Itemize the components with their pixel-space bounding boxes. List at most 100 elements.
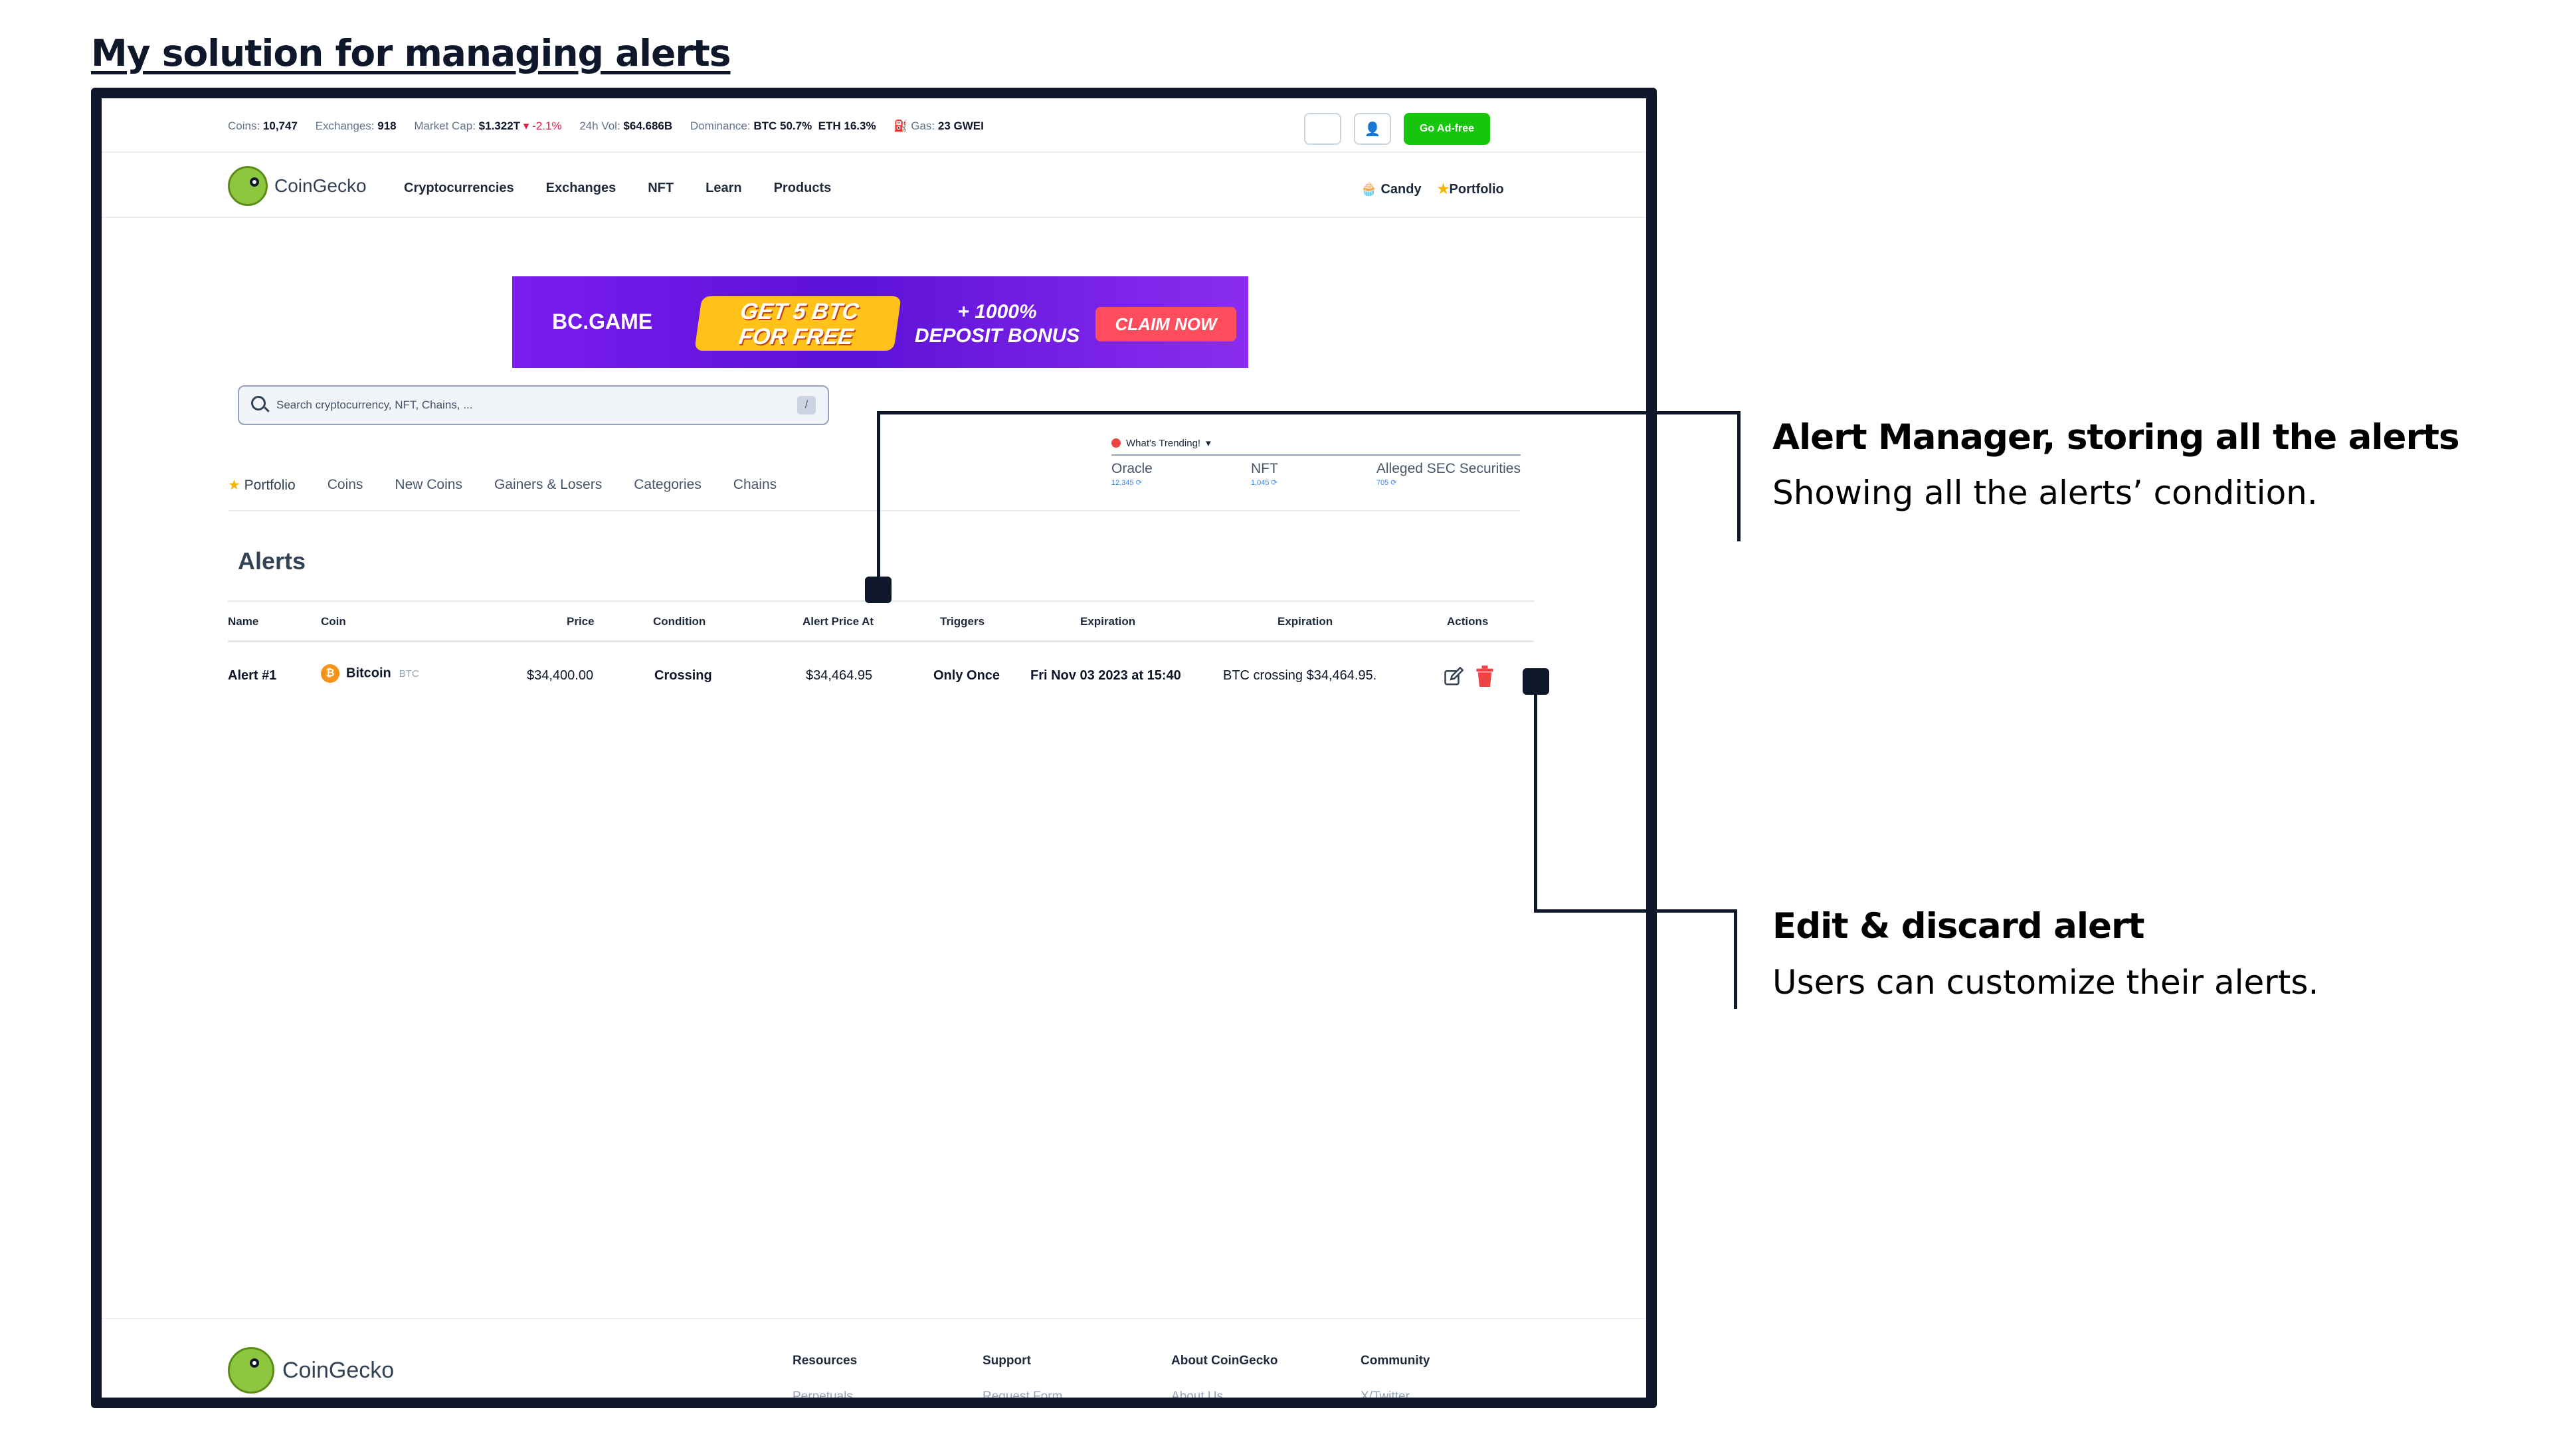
search-placeholder: Search cryptocurrency, NFT, Chains, ... [276,399,473,411]
trending-item-name: NFT [1250,461,1278,476]
chevron-down-icon: ▾ [1206,438,1211,449]
alert-description: BTC crossing $34,464.95. [1223,668,1377,683]
alerts-title: Alerts [238,547,306,575]
connector-line [877,412,880,579]
fire-icon [1111,438,1121,448]
col-coin: Coin [321,615,346,628]
ad-bonus-line2: DEPOSIT BONUS [914,325,1080,347]
ad-banner[interactable]: BC.GAME GET 5 BTC FOR FREE + 1000% DEPOSIT… [512,276,1248,368]
ad-claim-button[interactable]: CLAIM NOW [1095,307,1236,341]
trending-item-meta: 12,345 ⟳ [1111,479,1142,487]
footer-col-community: Community [1361,1354,1430,1368]
search-input[interactable]: Search cryptocurrency, NFT, Chains, ... … [238,385,829,425]
alert-price-at: $34,464.95 [806,668,873,683]
sub-nav: ★ Portfolio Coins New Coins Gainers & Lo… [228,477,777,494]
market-stats: Coins: 10,747 Exchanges: 918 Market Cap:… [228,120,998,133]
alert-name: Alert #1 [228,668,277,683]
annotation-edit-discard-text: Users can customize their alerts. [1772,963,2319,1002]
footer-logo[interactable]: CoinGecko [228,1347,394,1394]
vol-label: 24h Vol: [579,120,620,132]
coins-count[interactable]: 10,747 [263,120,298,132]
trending-header[interactable]: What's Trending! ▾ [1111,437,1521,456]
search-shortcut: / [797,396,816,414]
footer-link[interactable]: X/Twitter [1361,1390,1410,1398]
logo-text: CoinGecko [274,175,367,196]
dominance-label: Dominance: [690,120,751,132]
mcap-change: ▾ -2.1% [523,120,562,132]
annotation-alert-manager-text: Showing all the alerts’ condition. [1772,474,2318,512]
subnav-new-coins[interactable]: New Coins [395,477,462,494]
trending-item-meta: 1,045 ⟳ [1250,479,1277,487]
dominance-eth: ETH 16.3% [818,120,876,132]
alert-coin-symbol: BTC [399,668,419,680]
connector-line [1534,693,1537,913]
trending-item-name: Oracle [1111,461,1153,476]
gas-value[interactable]: 23 GWEI [938,120,984,132]
nav-candy[interactable]: 🧁 Candy [1361,181,1422,197]
candy-label: Candy [1380,182,1422,197]
annotation-marker [1523,668,1549,695]
nav-products[interactable]: Products [774,181,832,196]
star-icon: ★ [228,478,240,493]
go-ad-free-button[interactable]: Go Ad-free [1404,113,1490,145]
subnav-coins[interactable]: Coins [328,477,363,494]
coingecko-logo[interactable]: CoinGecko [228,166,367,206]
vol-value: $64.686B [623,120,673,132]
subnav-chains[interactable]: Chains [733,477,777,494]
search-icon [251,396,266,410]
footer-link[interactable]: Request Form [983,1390,1062,1398]
footer-link[interactable]: Perpetuals [793,1390,853,1398]
ad-bonus: + 1000% DEPOSIT BONUS [904,300,1090,348]
gas-icon: ⛽ [894,120,908,132]
connector-line [1737,411,1741,541]
gas-label: Gas: [911,120,935,132]
ad-brand: BC.GAME [552,310,653,333]
nav-cryptocurrencies[interactable]: Cryptocurrencies [404,181,514,196]
page-heading: My solution for managing alerts [91,32,731,74]
alert-triggers: Only Once [933,668,1000,683]
settings-button[interactable] [1304,113,1341,145]
trending-panel: What's Trending! ▾ Oracle 12,345 ⟳ NFT 1,0… [1111,437,1521,487]
footer-col-resources: Resources [793,1354,858,1368]
connector-line [1534,909,1737,913]
ad-offer: GET 5 BTC FOR FREE [694,296,901,351]
dominance-btc: BTC 50.7% [753,120,812,132]
exchanges-count[interactable]: 918 [377,120,396,132]
nav-nft[interactable]: NFT [648,181,674,196]
edit-icon[interactable] [1444,667,1464,687]
star-icon: ★ [1437,182,1450,197]
col-expiration-2: Expiration [1277,615,1333,628]
exchanges-label: Exchanges: [315,120,375,132]
nav-exchanges[interactable]: Exchanges [546,181,616,196]
mcap-label: Market Cap: [414,120,476,132]
portfolio-label: Portfolio [1449,182,1504,197]
trending-item[interactable]: Oracle 12,345 ⟳ [1111,461,1153,487]
subnav-gainers-losers[interactable]: Gainers & Losers [494,477,602,494]
mcap-value[interactable]: $1.322T [479,120,520,132]
trending-item[interactable]: NFT 1,045 ⟳ [1251,461,1278,487]
coins-label: Coins: [228,120,260,132]
ad-bonus-line1: + 1000% [957,301,1037,323]
alert-coin-name: Bitcoin [346,666,391,681]
col-expiration: Expiration [1080,615,1136,628]
subnav-categories[interactable]: Categories [634,477,702,494]
nav-portfolio[interactable]: ★Portfolio [1438,181,1504,197]
trending-item[interactable]: Alleged SEC Securities 705 ⟳ [1376,461,1521,487]
user-button[interactable]: 👤 [1354,113,1391,145]
annotation-marker [865,577,892,603]
nav-learn[interactable]: Learn [706,181,741,196]
stats-bar: Coins: 10,747 Exchanges: 918 Market Cap:… [102,98,1646,153]
col-alert-price: Alert Price At [803,615,874,628]
mcap-change-value: -2.1% [532,120,562,132]
subnav-portfolio[interactable]: ★ Portfolio [228,477,296,494]
trending-title: What's Trending! [1126,437,1201,449]
connector-line [1734,909,1737,1009]
annotation-alert-manager-title: Alert Manager, storing all the alerts [1772,417,2460,458]
trash-icon[interactable] [1475,666,1494,687]
alert-coin[interactable]: ₿ Bitcoin BTC [321,664,419,683]
alert-condition: Crossing [654,668,712,683]
alert-expiration: Fri Nov 03 2023 at 15:40 [1030,668,1181,683]
footer-col-about: About CoinGecko [1171,1354,1278,1368]
alert-price: $34,400.00 [527,668,594,683]
footer-link[interactable]: About Us [1171,1390,1223,1398]
